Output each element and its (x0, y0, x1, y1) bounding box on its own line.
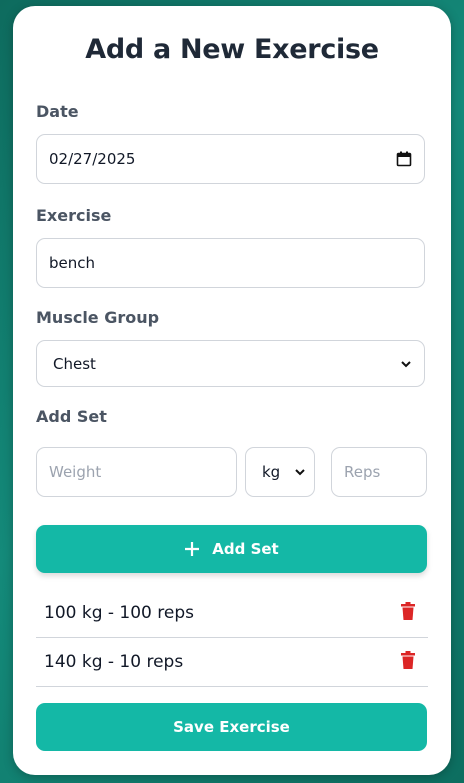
muscle-group-label: Muscle Group (36, 308, 160, 327)
date-value: 02/27/2025 (49, 150, 136, 168)
calendar-icon[interactable] (396, 151, 412, 167)
weight-placeholder: Weight (49, 463, 102, 481)
muscle-group-value: Chest (53, 354, 96, 373)
set-list-item: 140 kg - 10 reps (36, 638, 428, 687)
add-set-button[interactable]: Add Set (36, 525, 427, 573)
exercise-label: Exercise (36, 206, 112, 225)
date-field[interactable]: 02/27/2025 (36, 134, 425, 184)
date-label: Date (36, 102, 79, 121)
plus-icon (184, 541, 200, 557)
exercise-value: bench (49, 254, 96, 272)
page-title: Add a New Exercise (85, 34, 379, 65)
trash-icon[interactable] (400, 601, 416, 625)
trash-icon[interactable] (400, 650, 416, 674)
save-exercise-button[interactable]: Save Exercise (36, 703, 427, 751)
reps-input[interactable]: Reps (331, 447, 427, 497)
set-list-item: 100 kg - 100 reps (36, 589, 428, 638)
exercise-form-card: Add a New Exercise Date 02/27/2025 Exerc… (13, 6, 451, 775)
add-set-button-label: Add Set (212, 540, 279, 558)
save-exercise-button-label: Save Exercise (173, 718, 290, 736)
muscle-group-select[interactable]: Chest (36, 340, 425, 387)
chevron-down-icon (294, 466, 306, 478)
set-text: 100 kg - 100 reps (44, 603, 195, 623)
set-text: 140 kg - 10 reps (44, 652, 184, 672)
exercise-input[interactable]: bench (36, 238, 425, 288)
unit-select[interactable]: kg (245, 447, 315, 497)
add-set-label: Add Set (36, 407, 107, 426)
weight-input[interactable]: Weight (36, 447, 237, 497)
unit-value: kg (262, 463, 281, 481)
chevron-down-icon (400, 358, 412, 370)
reps-placeholder: Reps (344, 463, 381, 481)
